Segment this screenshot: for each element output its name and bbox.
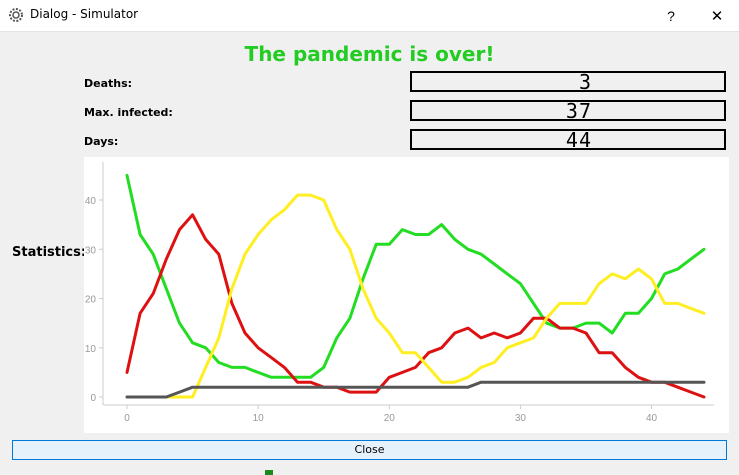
x-tick-label: 0: [124, 413, 130, 424]
max-infected-display: 37: [410, 99, 726, 123]
max-infected-label: Max. infected:: [84, 106, 173, 119]
days-display: 44: [410, 128, 726, 152]
x-tick-label: 30: [515, 413, 527, 424]
statistics-label: Statistics:: [12, 245, 87, 260]
y-tick-label: 20: [85, 295, 97, 306]
window-close-button[interactable]: ✕: [694, 0, 739, 31]
deaths-label: Deaths:: [84, 77, 133, 90]
x-tick-label: 10: [253, 413, 265, 424]
y-tick-label: 10: [85, 344, 97, 355]
status-message: The pandemic is over!: [244, 42, 495, 66]
deaths-display: 3: [410, 70, 726, 94]
x-tick-label: 40: [646, 413, 658, 424]
y-tick-label: 0: [90, 393, 96, 404]
infected-series-line: [125, 213, 706, 399]
y-tick-label: 40: [85, 196, 97, 207]
y-tick-label: 30: [85, 245, 97, 256]
window-title: Dialog - Simulator: [30, 7, 139, 21]
dead-series-line: [125, 380, 706, 399]
chart-svg: 0 10 20 30 40 0 10 20 30 40: [85, 162, 714, 424]
title-bar: Dialog - Simulator ? ✕: [0, 0, 739, 32]
days-label: Days:: [84, 135, 119, 148]
gear-icon: [9, 8, 23, 22]
help-button[interactable]: ?: [648, 0, 694, 31]
x-tick-label: 20: [384, 413, 396, 424]
close-button[interactable]: Close: [12, 440, 727, 460]
taskbar-indicator: [265, 470, 273, 475]
statistics-chart: 0 10 20 30 40 0 10 20 30 40: [84, 157, 729, 433]
